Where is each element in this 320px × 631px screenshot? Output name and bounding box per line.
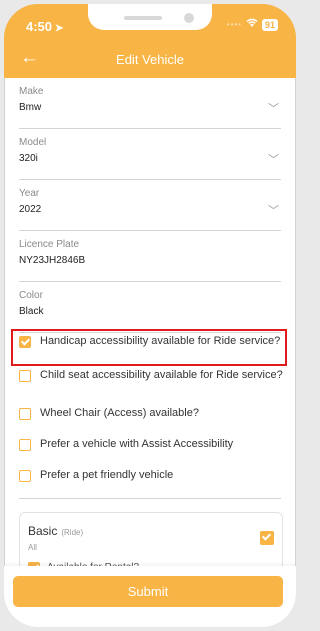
model-value: 320i xyxy=(19,153,38,164)
model-label: Model xyxy=(19,137,47,148)
make-label: Make xyxy=(19,86,44,97)
wheel-chair-checkbox[interactable] xyxy=(19,408,31,420)
app-header: 4:50 ➤ •••• 91 ← Edit Vehicle xyxy=(4,4,296,78)
status-time: 4:50 ➤ xyxy=(26,19,63,34)
phone-frame: 4:50 ➤ •••• 91 ← Edit Vehicle Make Bmw ﹀ … xyxy=(4,4,296,627)
color-value: Black xyxy=(19,306,44,317)
make-value: Bmw xyxy=(19,102,42,113)
assist-accessibility-checkbox[interactable] xyxy=(19,439,31,451)
color-field[interactable]: Color Black xyxy=(19,290,281,333)
service-tag: (Ride) xyxy=(61,528,84,537)
assist-accessibility-label: Prefer a vehicle with Assist Accessibili… xyxy=(40,438,234,450)
page-title: Edit Vehicle xyxy=(116,52,184,67)
assist-accessibility-option[interactable]: Prefer a vehicle with Assist Accessibili… xyxy=(19,437,284,451)
speaker-grille xyxy=(124,16,162,20)
service-title-row: Basic (Ride) xyxy=(28,524,83,538)
pet-friendly-option[interactable]: Prefer a pet friendly vehicle xyxy=(19,468,284,482)
make-select[interactable]: Make Bmw ﹀ xyxy=(19,86,281,129)
pet-friendly-label: Prefer a pet friendly vehicle xyxy=(40,469,174,481)
child-seat-option[interactable]: Child seat accessibility available for R… xyxy=(19,368,284,382)
status-time-text: 4:50 xyxy=(26,19,53,34)
chevron-down-icon: ﹀ xyxy=(268,205,279,217)
submit-button[interactable]: Submit xyxy=(13,576,283,607)
year-select[interactable]: Year 2022 ﹀ xyxy=(19,188,281,231)
model-select[interactable]: Model 320i ﹀ xyxy=(19,137,281,180)
licence-plate-label: Licence Plate xyxy=(19,239,80,250)
child-seat-checkbox[interactable] xyxy=(19,370,31,382)
location-arrow-icon: ➤ xyxy=(55,23,64,34)
wheel-chair-label: Wheel Chair (Access) available? xyxy=(40,407,199,419)
child-seat-label: Child seat accessibility available for R… xyxy=(40,369,283,381)
licence-plate-value: NY23JH2846B xyxy=(19,255,86,266)
battery-icon: 91 xyxy=(261,18,278,31)
year-label: Year xyxy=(19,188,40,199)
wifi-icon xyxy=(246,18,258,31)
service-title: Basic xyxy=(28,524,58,538)
signal-icon: •••• xyxy=(226,20,242,29)
year-value: 2022 xyxy=(19,204,42,215)
chevron-down-icon: ﹀ xyxy=(268,103,279,115)
service-subtitle: All xyxy=(28,543,37,552)
camera-dot xyxy=(184,13,194,23)
licence-plate-field[interactable]: Licence Plate NY23JH2846B xyxy=(19,239,281,282)
pet-friendly-checkbox[interactable] xyxy=(19,470,31,482)
device-notch xyxy=(88,4,212,30)
status-indicators: •••• 91 xyxy=(227,18,278,31)
chevron-down-icon: ﹀ xyxy=(268,154,279,166)
color-label: Color xyxy=(19,290,43,301)
service-checkbox[interactable] xyxy=(260,531,274,545)
wheel-chair-option[interactable]: Wheel Chair (Access) available? xyxy=(19,406,284,420)
highlight-box xyxy=(11,329,287,366)
section-divider xyxy=(19,498,281,499)
